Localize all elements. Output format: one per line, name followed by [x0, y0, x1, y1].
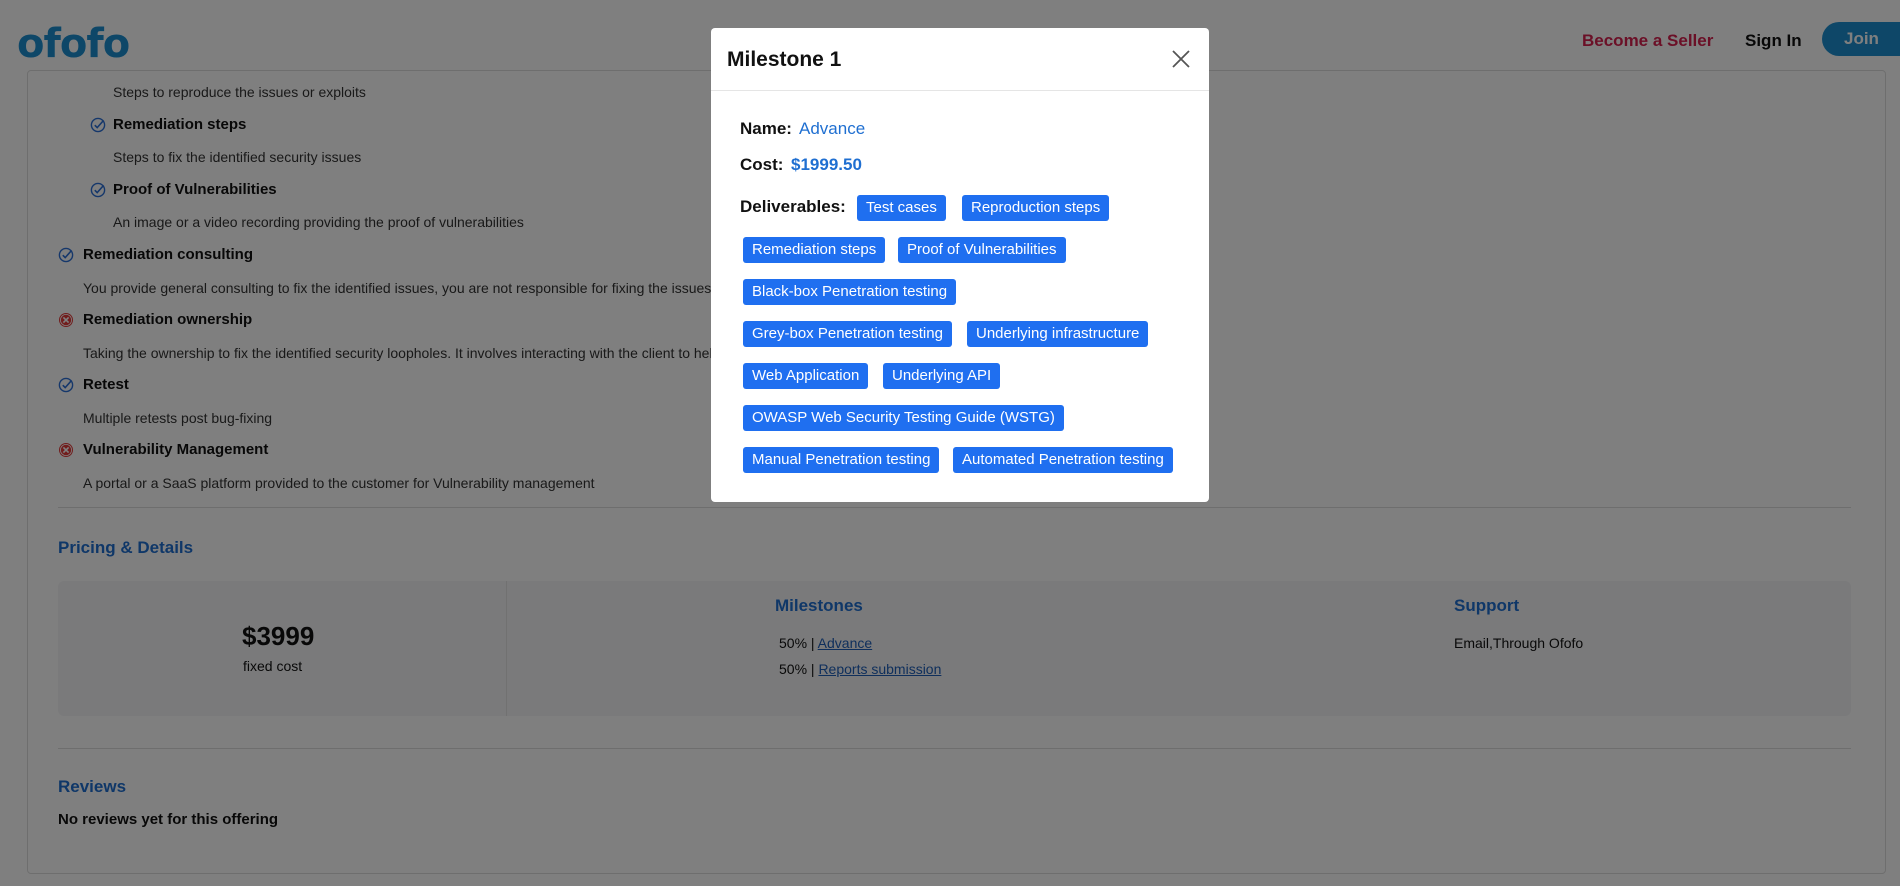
deliverable-chip: Web Application — [743, 363, 869, 389]
deliverable-chip: OWASP Web Security Testing Guide (WSTG) — [743, 405, 1064, 431]
deliverables-label: Deliverables: — [740, 197, 846, 216]
deliverable-chip: Automated Penetration testing — [953, 447, 1173, 473]
milestone-name-label: Name: — [740, 119, 792, 138]
deliverable-chip: Underlying infrastructure — [967, 321, 1149, 347]
deliverable-chip: Reproduction steps — [962, 195, 1110, 221]
milestone-name-value: Advance — [799, 119, 866, 138]
deliverable-chip: Test cases — [857, 195, 946, 221]
deliverable-chip: Grey-box Penetration testing — [743, 321, 952, 347]
modal-title: Milestone 1 — [727, 48, 842, 71]
deliverable-chip: Manual Penetration testing — [743, 447, 940, 473]
deliverable-chip: Proof of Vulnerabilities — [898, 237, 1066, 263]
deliverable-chip: Black-box Penetration testing — [743, 279, 957, 305]
deliverable-chip: Underlying API — [883, 363, 1001, 389]
milestone-cost-label: Cost: — [740, 155, 784, 174]
milestone-modal: Milestone 1 Name: Advance Cost: $1999.50… — [711, 28, 1209, 502]
close-icon[interactable] — [1169, 47, 1193, 71]
milestone-cost-value: $1999.50 — [791, 155, 862, 174]
deliverable-chip: Remediation steps — [743, 237, 886, 263]
modal-header: Milestone 1 — [711, 28, 1209, 91]
